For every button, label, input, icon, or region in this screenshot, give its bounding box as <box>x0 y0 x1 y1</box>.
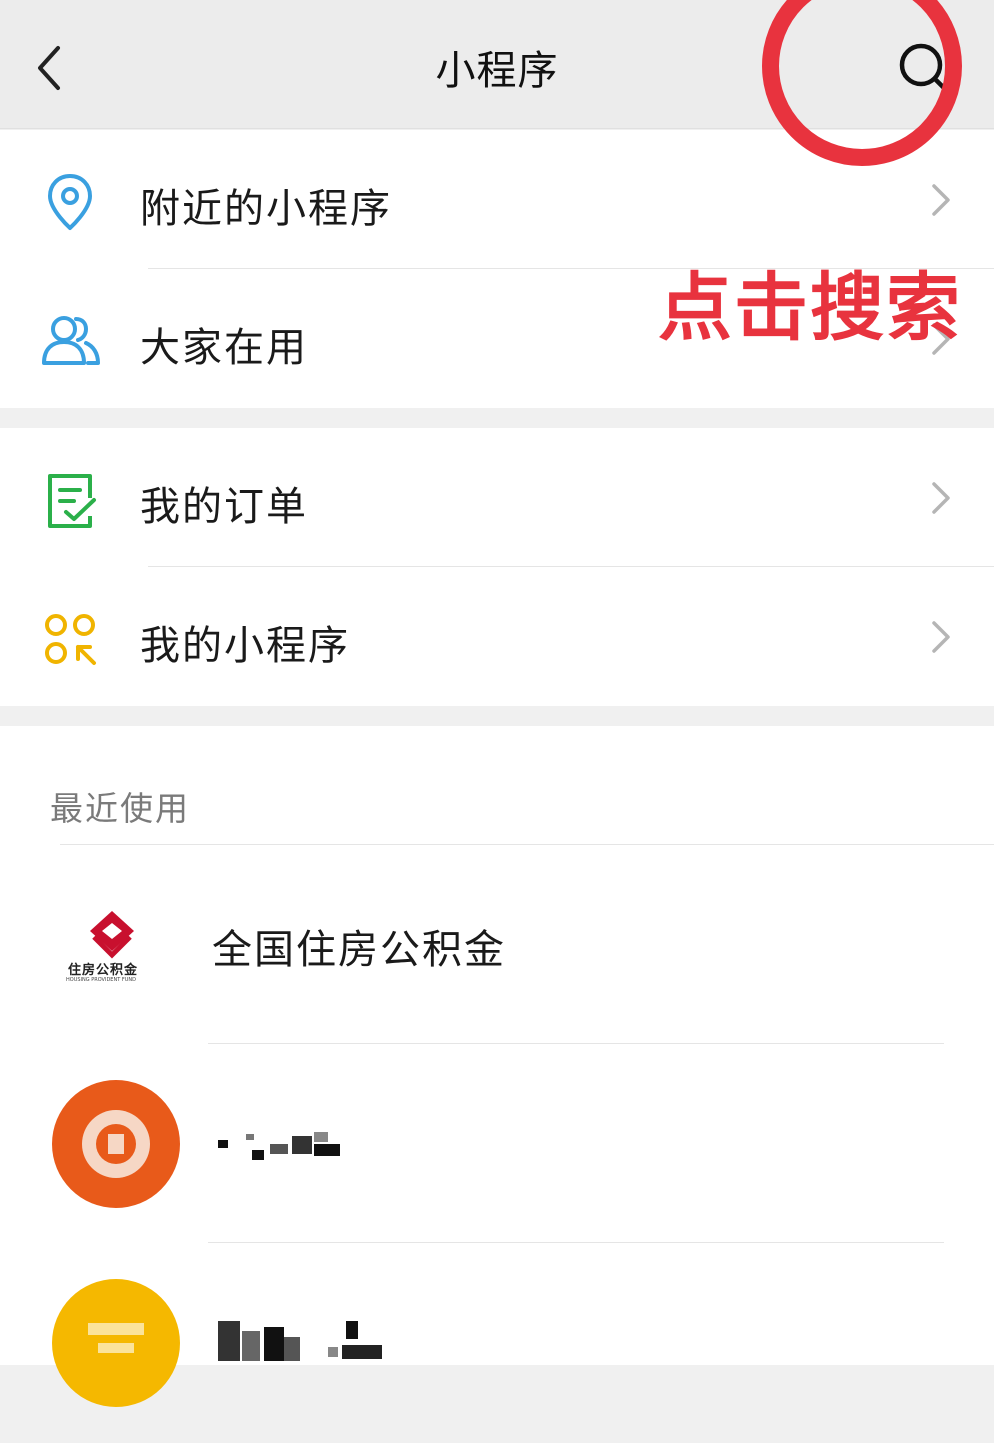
menu-item-my-miniprograms[interactable]: 我的小程序 <box>0 567 994 707</box>
recent-item-3[interactable] <box>0 1243 994 1443</box>
menu-item-label: 附近的小程序 <box>140 186 392 232</box>
menu-item-label: 我的订单 <box>140 484 308 530</box>
recent-item-label-obscured <box>218 1130 348 1170</box>
menu-item-label: 大家在用 <box>140 325 308 371</box>
recent-section-title: 最近使用 <box>50 789 190 828</box>
orange-circle-logo <box>52 1080 180 1208</box>
location-pin-icon <box>48 174 92 230</box>
search-button[interactable] <box>892 36 956 100</box>
housing-fund-logo-subtext: HOUSING PROVIDENT FUND <box>66 977 136 983</box>
housing-fund-logo: 住房公积金 HOUSING PROVIDENT FUND <box>64 907 160 987</box>
menu-item-my-orders[interactable]: 我的订单 <box>0 428 994 568</box>
order-check-icon <box>48 474 96 528</box>
menu-item-label: 我的小程序 <box>140 623 350 669</box>
menu-item-nearby-miniprograms[interactable]: 附近的小程序 <box>0 130 994 270</box>
chevron-right-icon <box>932 482 950 514</box>
users-icon <box>42 316 100 365</box>
page-title: 小程序 <box>435 48 559 94</box>
chevron-right-icon <box>932 184 950 216</box>
recent-item-2[interactable] <box>0 1044 994 1244</box>
housing-fund-logo-text: 住房公积金 <box>68 963 139 978</box>
chevron-right-icon <box>932 621 950 653</box>
recent-item-label: 全国住房公积金 <box>212 927 506 973</box>
diamond-logo-icon <box>90 911 134 959</box>
recent-item-label-obscured <box>218 1317 398 1365</box>
apps-grid-icon <box>45 614 96 665</box>
yellow-circle-logo <box>52 1279 180 1407</box>
search-icon <box>899 43 949 93</box>
recent-item-housing-fund[interactable]: 住房公积金 HOUSING PROVIDENT FUND 全国住房公积金 <box>0 845 994 1045</box>
chevron-right-icon <box>932 323 950 355</box>
menu-item-popular[interactable]: 大家在用 <box>0 269 994 409</box>
top-bar: 小程序 <box>0 0 994 129</box>
menu-group-1: 附近的小程序 大家在用 <box>0 130 994 408</box>
menu-group-2: 我的订单 我的小程序 <box>0 428 994 706</box>
